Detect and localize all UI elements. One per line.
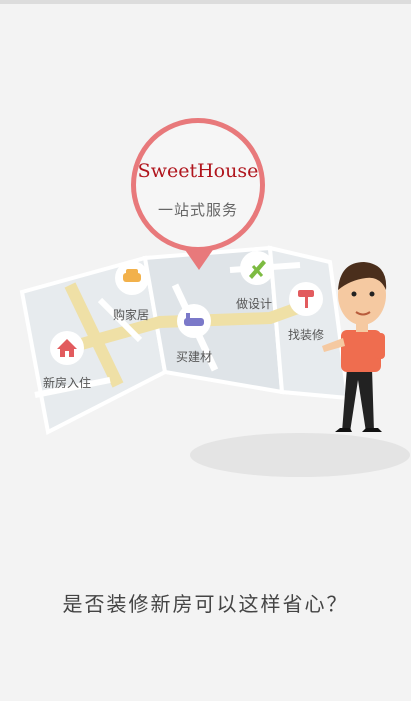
map-point-design: 做设计 (236, 297, 273, 311)
map-point-furniture: 购家居 (113, 308, 150, 322)
brand-slogan: 一站式服务 (157, 201, 238, 219)
pin-design (240, 251, 274, 285)
brand-bubble (131, 118, 265, 252)
status-bar (0, 0, 411, 4)
headline: 是否装修新房可以这样省心？ (62, 592, 349, 616)
pin-bath (177, 304, 211, 338)
pin-roller (289, 282, 323, 316)
map-point-move-in: 新房入住 (43, 376, 92, 390)
pin-sofa (115, 261, 149, 295)
pin-house (50, 331, 84, 365)
map-point-renovation: 找装修 (288, 328, 325, 342)
ground-shadow (190, 433, 410, 477)
map-point-materials: 买建材 (176, 350, 213, 364)
brand-title: SweetHouse (137, 160, 259, 182)
